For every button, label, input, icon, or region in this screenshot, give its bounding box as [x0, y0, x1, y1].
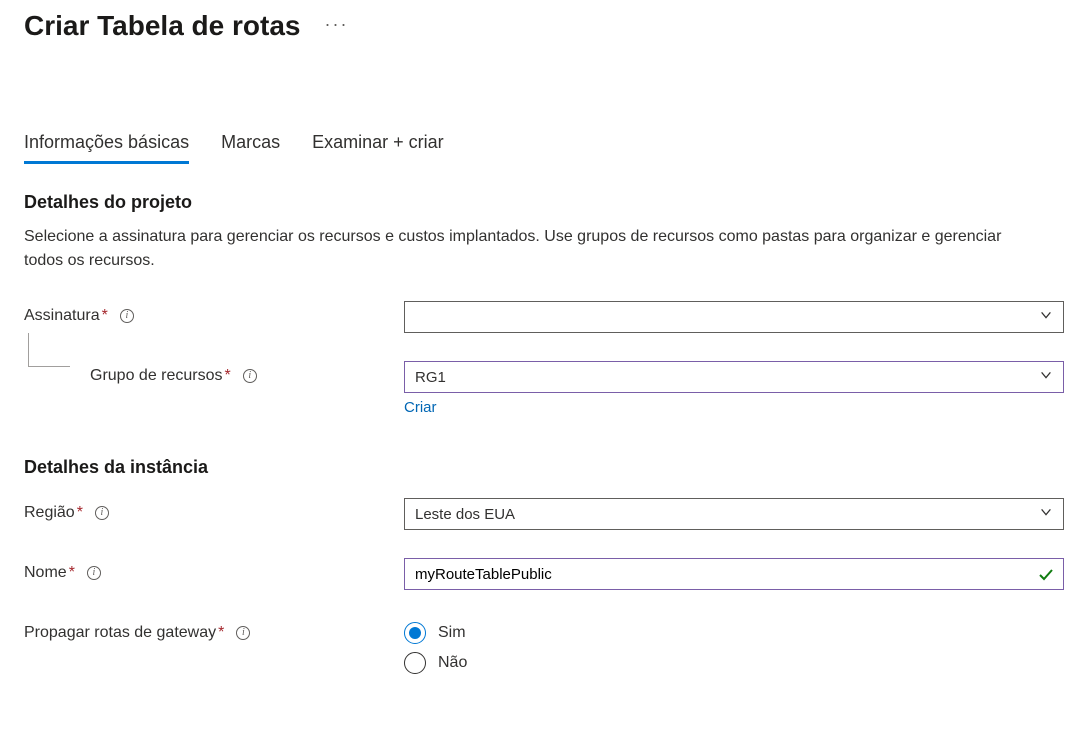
tab-review-create[interactable]: Examinar + criar	[312, 132, 444, 164]
propagate-yes-label: Sim	[438, 624, 466, 642]
project-details-description: Selecione a assinatura para gerenciar os…	[24, 225, 1044, 273]
create-new-link[interactable]: Criar	[404, 399, 437, 416]
name-input[interactable]	[404, 558, 1064, 590]
propagate-no-radio[interactable]: Não	[404, 652, 1064, 674]
radio-icon	[404, 652, 426, 674]
required-indicator: *	[225, 367, 231, 385]
info-icon[interactable]: i	[95, 506, 109, 520]
project-details-section: Detalhes do projeto Selecione a assinatu…	[24, 192, 1066, 417]
chevron-down-icon	[1039, 505, 1053, 523]
project-details-heading: Detalhes do projeto	[24, 192, 1066, 213]
tab-tags[interactable]: Marcas	[221, 132, 280, 164]
propagate-label: Propagar rotas de gateway	[24, 624, 216, 642]
more-actions-button[interactable]: ···	[324, 15, 348, 37]
required-indicator: *	[218, 624, 224, 642]
propagate-no-label: Não	[438, 654, 467, 672]
page-title: Criar Tabela de rotas	[24, 10, 300, 42]
propagate-yes-radio[interactable]: Sim	[404, 622, 1064, 644]
subscription-select[interactable]	[404, 301, 1064, 333]
region-select[interactable]: Leste dos EUA	[404, 498, 1064, 530]
instance-details-heading: Detalhes da instância	[24, 457, 1066, 478]
subscription-label: Assinatura	[24, 307, 100, 325]
resource-group-label: Grupo de recursos	[90, 367, 223, 385]
name-label: Nome	[24, 564, 67, 582]
tree-connector	[28, 333, 70, 367]
resource-group-value: RG1	[415, 369, 446, 386]
required-indicator: *	[102, 307, 108, 325]
region-value: Leste dos EUA	[415, 506, 515, 523]
required-indicator: *	[69, 564, 75, 582]
tab-basics[interactable]: Informações básicas	[24, 132, 189, 164]
info-icon[interactable]: i	[120, 309, 134, 323]
required-indicator: *	[77, 504, 83, 522]
chevron-down-icon	[1039, 308, 1053, 326]
propagate-radio-group: Sim Não	[404, 618, 1064, 674]
region-label: Região	[24, 504, 75, 522]
instance-details-section: Detalhes da instância Região * i Leste d…	[24, 457, 1066, 674]
resource-group-select[interactable]: RG1	[404, 361, 1064, 393]
radio-icon	[404, 622, 426, 644]
info-icon[interactable]: i	[236, 626, 250, 640]
info-icon[interactable]: i	[243, 369, 257, 383]
info-icon[interactable]: i	[87, 566, 101, 580]
chevron-down-icon	[1039, 368, 1053, 386]
tab-bar: Informações básicas Marcas Examinar + cr…	[24, 132, 1066, 164]
